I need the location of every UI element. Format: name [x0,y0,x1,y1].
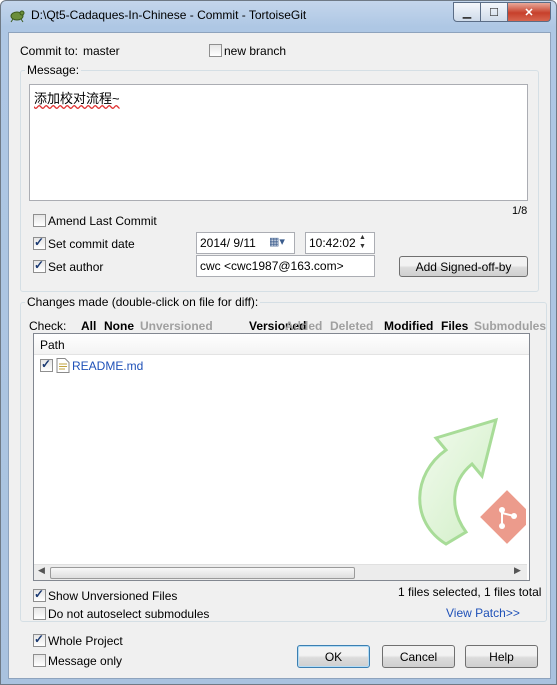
changes-group-label: Changes made (double-click on file for d… [25,295,261,309]
new-branch-label[interactable]: new branch [224,44,286,58]
filter-submodules: Submodules [474,319,547,333]
set-author-checkbox[interactable] [33,258,46,273]
date-picker[interactable]: 2014/ 9/11 ▦▾ [196,232,295,254]
file-name[interactable]: README.md [72,359,143,373]
file-list[interactable]: Path README.md [33,333,530,581]
date-value: 2014/ 9/11 [200,236,256,250]
filter-added: Added [285,319,323,333]
horizontal-scrollbar[interactable]: ◀ ▶ [34,564,527,580]
file-checkbox[interactable] [40,357,53,372]
show-unversioned-checkbox[interactable] [33,587,46,602]
message-only-checkbox[interactable] [33,654,46,667]
message-only-label[interactable]: Message only [48,654,122,668]
show-unversioned-label[interactable]: Show Unversioned Files [48,589,177,603]
no-autoselect-checkbox[interactable] [33,607,46,620]
scroll-right-icon[interactable]: ▶ [514,565,521,576]
tortoisegit-app-icon [10,10,25,23]
ok-button[interactable]: OK [297,645,370,668]
message-line-counter: 1/8 [512,205,528,217]
message-group-label: Message: [25,63,82,77]
filter-all[interactable]: All [81,319,96,333]
commit-window: D:\Qt5-Cadaques-In-Chinese - Commit - To… [0,0,557,685]
set-date-label[interactable]: Set commit date [48,237,135,251]
file-row[interactable]: README.md [34,357,529,375]
spin-down-icon[interactable]: ▼ [359,242,366,251]
maximize-icon[interactable]: ☐ [480,2,508,22]
window-title: D:\Qt5-Cadaques-In-Chinese - Commit - To… [31,8,307,22]
message-editor[interactable]: 添加校对流程~ [29,84,528,201]
scroll-left-icon[interactable]: ◀ [38,565,45,576]
view-patch-link[interactable]: View Patch>> [446,606,520,620]
help-button[interactable]: Help [465,645,538,668]
text-file-icon [56,358,70,373]
add-signed-off-button[interactable]: Add Signed-off-by [399,256,528,277]
commit-to-label: Commit to: [20,44,79,58]
path-column-header[interactable]: Path [40,338,65,352]
set-date-checkbox[interactable] [33,235,46,250]
whole-project-label[interactable]: Whole Project [48,634,123,648]
time-picker[interactable]: 10:42:02 ▲ ▼ [305,232,375,254]
filter-modified[interactable]: Modified [384,319,433,333]
close-icon[interactable]: ✕ [507,2,551,22]
set-author-label[interactable]: Set author [48,260,103,274]
author-field[interactable]: cwc <cwc1987@163.com> [196,255,375,277]
whole-project-checkbox[interactable] [33,632,46,647]
file-list-header[interactable]: Path [34,334,529,355]
dialog-body: Commit to: master new branch Message: 添加… [8,32,551,679]
selection-status: 1 files selected, 1 files total [398,585,542,599]
tortoisegit-logo-icon [418,417,526,546]
cancel-button[interactable]: Cancel [382,645,455,668]
amend-checkbox[interactable] [33,214,46,227]
branch-name: master [83,44,120,58]
new-branch-checkbox[interactable] [209,44,222,57]
filter-none[interactable]: None [104,319,134,333]
filter-files[interactable]: Files [441,319,468,333]
scrollbar-thumb[interactable] [50,567,355,579]
filter-unversioned: Unversioned [140,319,213,333]
filter-deleted: Deleted [330,319,374,333]
no-autoselect-label[interactable]: Do not autoselect submodules [48,607,209,621]
calendar-icon[interactable]: ▦▾ [269,235,285,248]
message-text: 添加校对流程~ [34,91,120,106]
spin-up-icon[interactable]: ▲ [359,233,366,242]
amend-label[interactable]: Amend Last Commit [48,214,157,228]
minimize-icon[interactable]: ▁ [453,2,481,22]
author-value: cwc <cwc1987@163.com> [200,259,344,273]
time-value: 10:42:02 [309,236,356,250]
check-label: Check: [29,319,67,333]
title-bar[interactable]: D:\Qt5-Cadaques-In-Chinese - Commit - To… [1,1,556,27]
